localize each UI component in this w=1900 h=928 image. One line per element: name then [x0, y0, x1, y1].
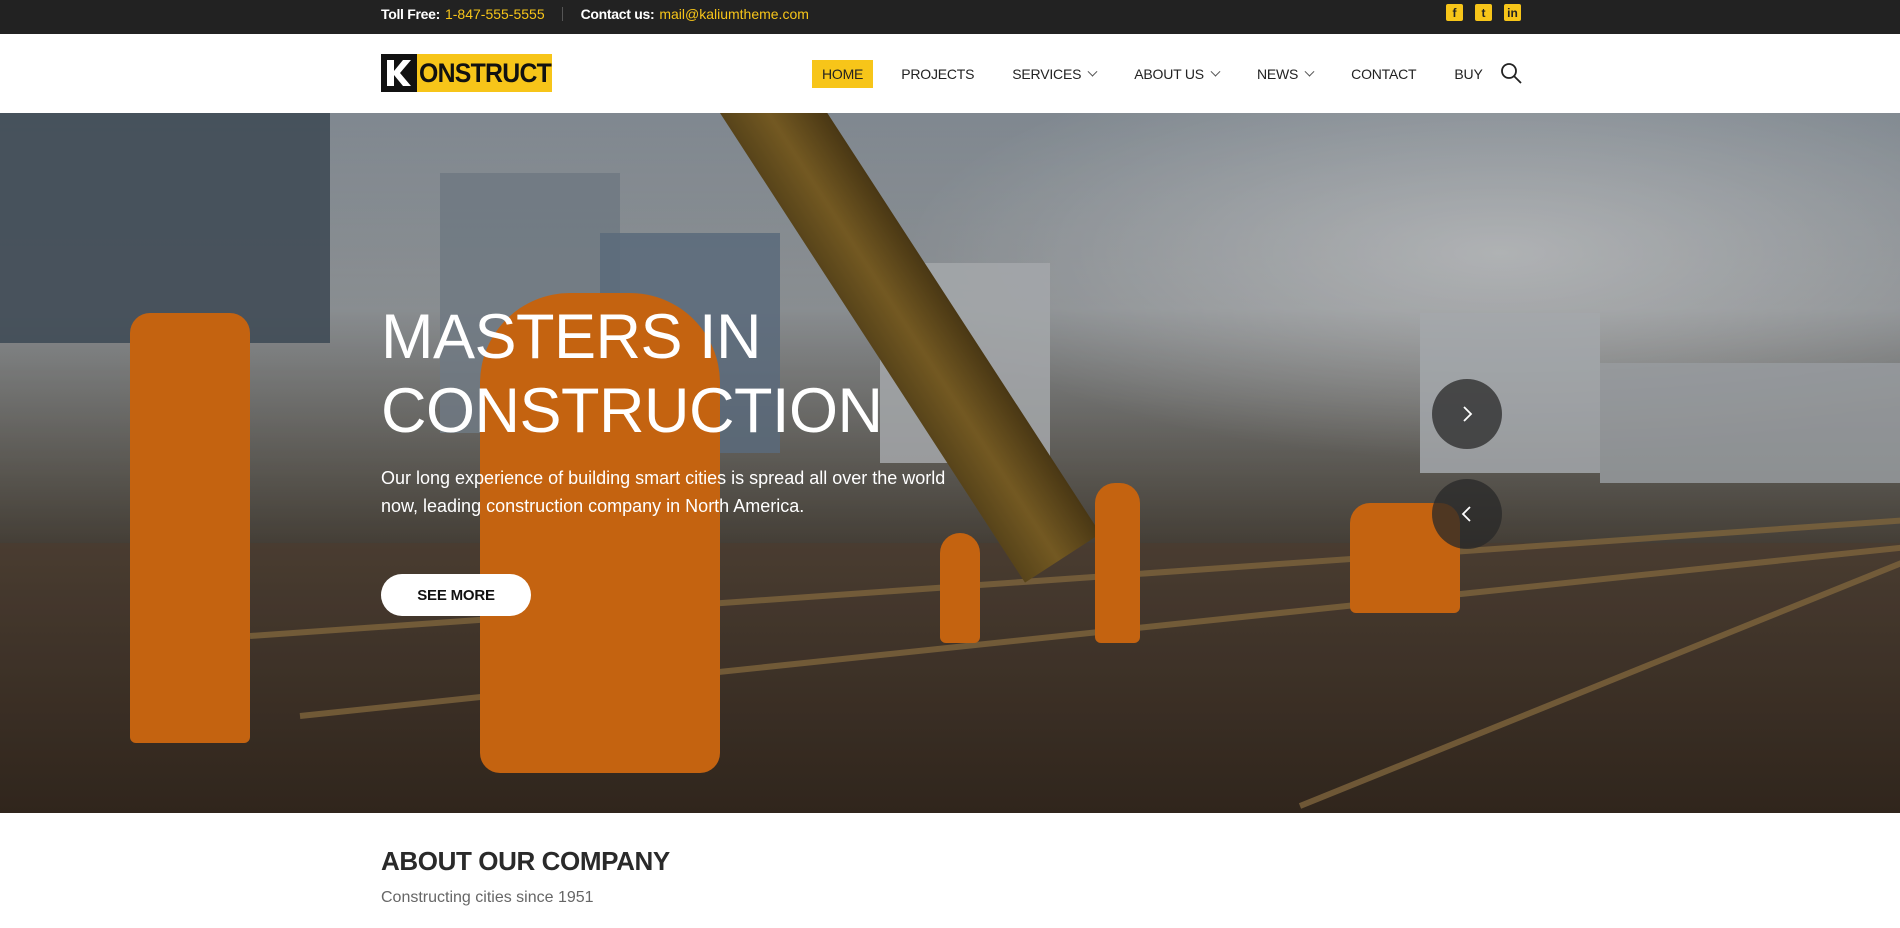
- top-contact-info: Toll Free: 1-847-555-5555 Contact us: ma…: [381, 0, 809, 27]
- hero-description: Our long experience of building smart ci…: [381, 468, 946, 516]
- toll-free-label: Toll Free:: [381, 5, 440, 22]
- chevron-right-icon: [1463, 406, 1473, 422]
- main-header: ONSTRUCT HOME PROJECTS SERVICES ABOUT US…: [0, 34, 1900, 113]
- nav-item-label: NEWS: [1256, 66, 1299, 82]
- hero-overlay: [0, 113, 1900, 813]
- nav-item-about-us[interactable]: ABOUT US: [1124, 60, 1229, 88]
- search-icon[interactable]: [1499, 61, 1523, 85]
- facebook-icon[interactable]: f: [1446, 4, 1463, 21]
- hero-title-line: MASTERS IN: [381, 302, 762, 372]
- nav-item-label: BUY: [1454, 66, 1483, 82]
- nav-item-contact[interactable]: CONTACT: [1341, 60, 1426, 88]
- chevron-left-icon: [1461, 506, 1471, 522]
- nav-item-label: CONTACT: [1351, 66, 1417, 82]
- slider-prev-button[interactable]: [1432, 479, 1502, 549]
- see-more-button[interactable]: SEE MORE: [381, 574, 531, 616]
- nav-item-news[interactable]: NEWS: [1247, 60, 1323, 88]
- nav-item-label: SERVICES: [1012, 66, 1082, 82]
- hero-title: MASTERS IN CONSTRUCTION: [381, 300, 1001, 448]
- chevron-down-icon: [1304, 66, 1315, 77]
- main-nav: HOME PROJECTS SERVICES ABOUT US NEWS CON…: [812, 60, 1511, 88]
- contact-label: Contact us:: [580, 5, 655, 22]
- contact-email-link[interactable]: mail@kaliumtheme.com: [659, 6, 809, 22]
- divider: [561, 6, 563, 21]
- social-links: f t in: [1446, 4, 1521, 21]
- nav-item-label: PROJECTS: [901, 66, 975, 82]
- about-section-title: ABOUT OUR COMPANY: [381, 846, 670, 876]
- top-bar: Toll Free: 1-847-555-5555 Contact us: ma…: [0, 0, 1900, 34]
- hero-title-line: CONSTRUCTION: [381, 376, 883, 446]
- logo-text: ONSTRUCT: [419, 57, 552, 88]
- logo-mark-icon: [381, 54, 417, 92]
- nav-item-label: ABOUT US: [1134, 66, 1204, 82]
- slider-next-button[interactable]: [1432, 379, 1502, 449]
- toll-free-number[interactable]: 1-847-555-5555: [445, 6, 545, 22]
- about-section-subtitle: Constructing cities since 1951: [381, 889, 594, 906]
- chevron-down-icon: [1210, 66, 1221, 77]
- nav-item-services[interactable]: SERVICES: [1002, 60, 1106, 88]
- nav-item-home[interactable]: HOME: [812, 60, 874, 88]
- twitter-icon[interactable]: t: [1475, 4, 1492, 21]
- nav-item-label: HOME: [822, 66, 864, 82]
- chevron-down-icon: [1087, 66, 1098, 77]
- linkedin-icon[interactable]: in: [1504, 4, 1521, 21]
- nav-item-projects[interactable]: PROJECTS: [891, 60, 984, 88]
- nav-item-buy[interactable]: BUY: [1444, 60, 1492, 88]
- site-logo[interactable]: ONSTRUCT: [381, 54, 552, 92]
- hero-slider: MASTERS IN CONSTRUCTION Our long experie…: [0, 113, 1900, 813]
